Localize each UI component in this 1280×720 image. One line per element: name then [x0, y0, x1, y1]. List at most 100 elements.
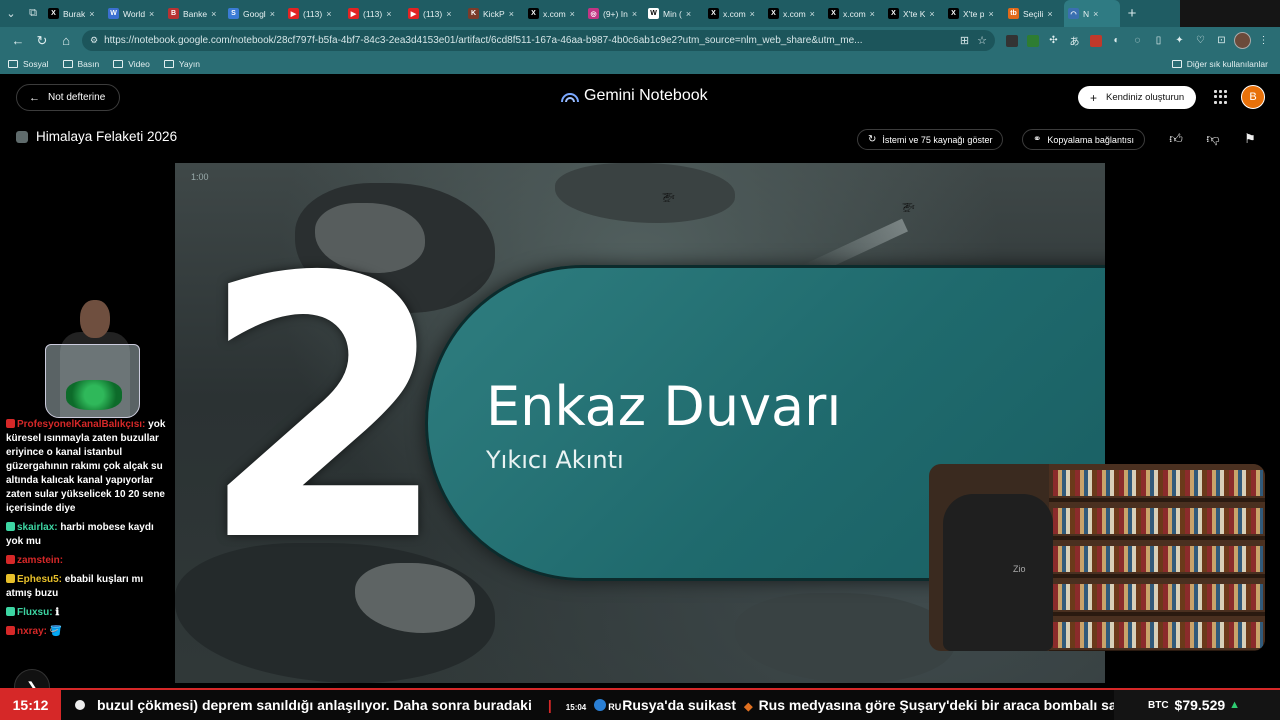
- bookmark-folder-yayin[interactable]: Yayın: [163, 59, 200, 69]
- browser-tab[interactable]: ▶ (113) ×: [404, 0, 464, 27]
- folder-icon: [8, 60, 18, 68]
- tab-close-icon[interactable]: ×: [211, 9, 216, 19]
- chat-message: skairlax: harbi mobese kaydı yok mu: [6, 521, 166, 549]
- tab-close-icon[interactable]: ×: [1093, 9, 1098, 19]
- bookmark-folder-sosyal[interactable]: Sosyal: [8, 59, 49, 69]
- tab-close-icon[interactable]: ×: [988, 9, 993, 19]
- screenshot-icon[interactable]: ⊡: [1211, 30, 1232, 51]
- flag-icon[interactable]: ⚑: [1241, 130, 1259, 148]
- tab-favicon-icon: X: [888, 8, 899, 19]
- browser-tab[interactable]: W World ×: [104, 0, 164, 27]
- profile-avatar[interactable]: [1232, 30, 1253, 51]
- tab-close-icon[interactable]: ×: [446, 9, 451, 19]
- create-your-own-button[interactable]: + Kendiniz oluşturun: [1078, 86, 1197, 109]
- tab-close-icon[interactable]: ×: [386, 9, 391, 19]
- chat-username[interactable]: Ephesu5:: [17, 574, 62, 585]
- tab-close-icon[interactable]: ×: [929, 9, 934, 19]
- copy-link-button[interactable]: ⚭ Kopyalama bağlantısı: [1022, 129, 1145, 150]
- extension-icon[interactable]: ◌: [1127, 30, 1148, 51]
- extension-icon[interactable]: [1022, 30, 1043, 51]
- tab-close-icon[interactable]: ×: [632, 9, 637, 19]
- tab-close-icon[interactable]: ×: [89, 9, 94, 19]
- user-avatar[interactable]: B: [1241, 85, 1265, 109]
- browser-tab[interactable]: Xx.com ×: [524, 0, 584, 27]
- url-text: https://notebook.google.com/notebook/28c…: [104, 35, 863, 46]
- bookmark-folder-video[interactable]: Video: [113, 59, 150, 69]
- chat-username[interactable]: Fluxsu:: [17, 607, 53, 618]
- install-icon[interactable]: ⊞: [960, 34, 969, 47]
- tab-close-icon[interactable]: ×: [149, 9, 154, 19]
- tab-title: KickP: [483, 8, 505, 19]
- menu-icon[interactable]: ⋮: [1253, 30, 1274, 51]
- browser-tab[interactable]: W Min (×: [644, 0, 704, 27]
- home-icon[interactable]: ⌂: [54, 29, 78, 53]
- tab-close-icon[interactable]: ×: [270, 9, 275, 19]
- thumbs-down-icon[interactable]: 👎︎: [1204, 130, 1222, 148]
- tab-search-icon[interactable]: ⌄: [0, 3, 22, 25]
- tab-close-icon[interactable]: ×: [570, 9, 575, 19]
- news-ticker: 15:12 buzul çökmesi) deprem sanıldığı an…: [0, 688, 1280, 720]
- tab-favicon-icon: tb: [1008, 8, 1019, 19]
- tab-close-icon[interactable]: ×: [810, 9, 815, 19]
- btc-label: BTC: [1147, 699, 1169, 711]
- sidebar-icon[interactable]: ▯: [1148, 30, 1169, 51]
- browser-tab[interactable]: X X'te p ×: [944, 0, 1004, 27]
- back-icon[interactable]: ←: [6, 29, 30, 53]
- extension-icon[interactable]: ✣: [1043, 30, 1064, 51]
- chat-text: yok küresel ısınmayla zaten buzullar eri…: [6, 419, 166, 514]
- other-bookmarks[interactable]: Diğer sık kullanılanlar: [1171, 59, 1268, 69]
- site-info-icon[interactable]: ⚙: [90, 35, 98, 46]
- browser-tab[interactable]: Xx.com ×: [824, 0, 884, 27]
- browser-tab[interactable]: B Banke ×: [164, 0, 224, 27]
- browser-tab[interactable]: ◎ (9+) In ×: [584, 0, 644, 27]
- tab-close-icon[interactable]: ×: [509, 9, 514, 19]
- tab-favicon-icon: X: [768, 8, 779, 19]
- browser-tab[interactable]: S Googl ×: [224, 0, 284, 27]
- show-sources-button[interactable]: ↻ İstemi ve 75 kaynağı göster: [857, 129, 1004, 150]
- tab-groups-icon[interactable]: ⧉: [22, 3, 44, 25]
- chat-username[interactable]: zamstein:: [17, 555, 63, 566]
- tab-close-icon[interactable]: ×: [870, 9, 875, 19]
- tab-title: (113): [423, 8, 443, 19]
- plus-icon: +: [1090, 90, 1098, 105]
- translate-icon[interactable]: あ: [1064, 30, 1085, 51]
- browser-tab[interactable]: Xx.com ×: [764, 0, 824, 27]
- heart-icon[interactable]: ♡: [1190, 30, 1211, 51]
- tab-close-icon[interactable]: ×: [750, 9, 755, 19]
- tab-close-icon[interactable]: ×: [326, 9, 331, 19]
- new-tab-button[interactable]: +: [1120, 5, 1144, 22]
- browser-tab[interactable]: X X'te K ×: [884, 0, 944, 27]
- tab-list: X Burak × W World × B Banke × S Googl × ▶ (113) × ▶ (113…: [44, 0, 1120, 27]
- tab-title: X'te p: [963, 8, 985, 19]
- tab-close-icon[interactable]: ×: [1047, 9, 1052, 19]
- browser-tab[interactable]: ▶ (113) ×: [344, 0, 404, 27]
- chat-badge-icon: [6, 574, 15, 583]
- tab-favicon-icon: W: [648, 8, 659, 19]
- browser-tab[interactable]: ◠ N ×: [1064, 0, 1120, 27]
- chat-badge-icon: [6, 522, 15, 531]
- tab-close-icon[interactable]: ×: [686, 9, 691, 19]
- chat-username[interactable]: nxray:: [17, 626, 47, 637]
- copy-link-label: Kopyalama bağlantısı: [1047, 134, 1134, 145]
- tab-favicon-icon: ◎: [588, 8, 599, 19]
- bookmark-folder-basin[interactable]: Basın: [62, 59, 99, 69]
- bookmark-star-icon[interactable]: ☆: [977, 34, 987, 47]
- chat-username[interactable]: ProfesyonelKanalBalıkçısı:: [17, 419, 145, 430]
- extension-icon[interactable]: [1085, 30, 1106, 51]
- back-to-notebook-button[interactable]: ← Not defterine: [16, 84, 121, 111]
- browser-tab[interactable]: Xx.com ×: [704, 0, 764, 27]
- browser-tab[interactable]: tb Seçili ×: [1004, 0, 1064, 27]
- browser-tab[interactable]: ▶ (113) ×: [284, 0, 344, 27]
- tab-title: x.com: [843, 8, 866, 19]
- extension-icon[interactable]: ◐: [1106, 30, 1127, 51]
- tab-favicon-icon: ▶: [288, 8, 299, 19]
- chat-username[interactable]: skairlax:: [17, 522, 58, 533]
- url-input[interactable]: ⚙ https://notebook.google.com/notebook/2…: [82, 30, 995, 51]
- reload-icon[interactable]: ↻: [30, 29, 54, 53]
- browser-tab[interactable]: X Burak ×: [44, 0, 104, 27]
- apps-grid-icon[interactable]: [1214, 90, 1228, 104]
- extension-icon[interactable]: [1001, 30, 1022, 51]
- extensions-puzzle-icon[interactable]: ✦: [1169, 30, 1190, 51]
- thumbs-up-icon[interactable]: 👍︎: [1167, 130, 1185, 148]
- browser-tab[interactable]: K KickP ×: [464, 0, 524, 27]
